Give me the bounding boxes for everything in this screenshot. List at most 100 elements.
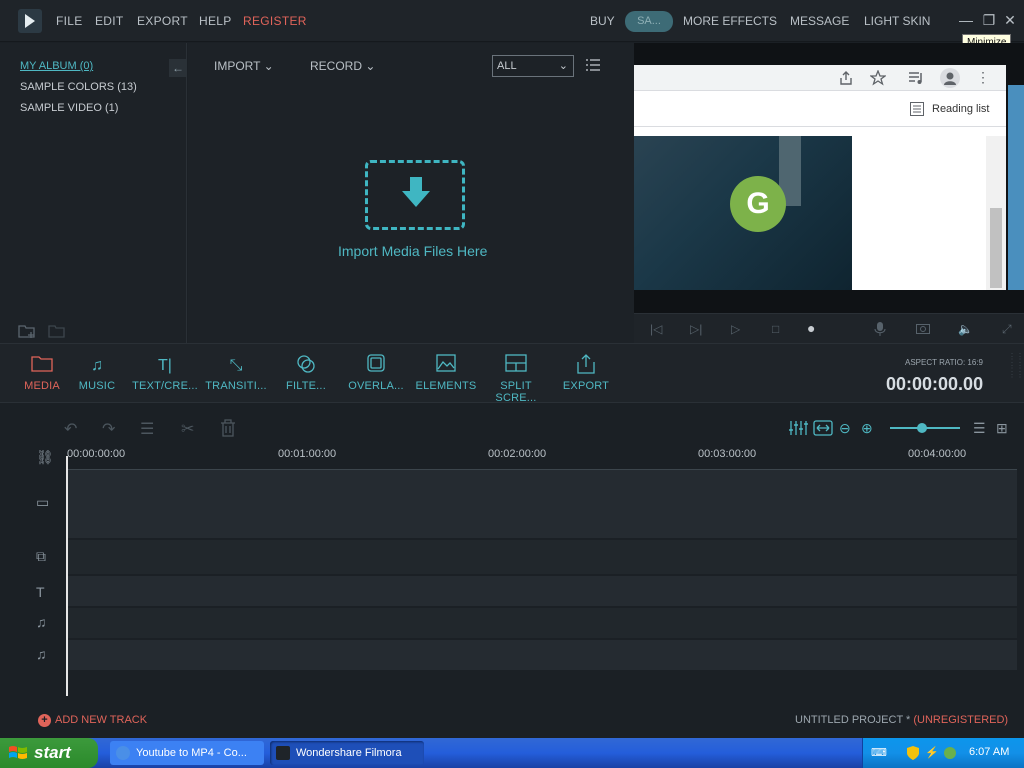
tool-split-screen-label: SPLIT SCRE...: [495, 380, 537, 404]
tool-elements-label: ELEMENTS: [415, 380, 477, 392]
redo-icon[interactable]: ↷: [102, 419, 115, 439]
undo-icon[interactable]: ↶: [64, 419, 77, 439]
light-skin-link[interactable]: LIGHT SKIN: [864, 14, 930, 28]
playhead-dot-icon[interactable]: ●: [807, 320, 815, 336]
playhead[interactable]: [66, 456, 68, 696]
grid-view-icon[interactable]: ⊞: [996, 420, 1008, 437]
tool-music[interactable]: ♫ MUSIC: [62, 354, 132, 392]
text-icon: T|: [158, 357, 172, 374]
ruler-mark: 00:04:00:00: [908, 448, 967, 460]
zoom-slider-knob[interactable]: [917, 423, 927, 433]
skip-forward-icon[interactable]: ▷|: [690, 322, 702, 336]
video-track[interactable]: [67, 470, 1017, 538]
library-item-sample-colors[interactable]: SAMPLE COLORS (13): [20, 81, 137, 93]
zoom-out-icon[interactable]: ⊖: [839, 420, 851, 437]
close-icon[interactable]: ✕: [1002, 12, 1018, 28]
skip-back-icon[interactable]: |◁: [650, 322, 662, 336]
chevron-down-icon: ⌄: [558, 60, 568, 72]
music-track-1[interactable]: [67, 608, 1017, 638]
filmora-logo-icon: [18, 9, 42, 33]
tool-transitions[interactable]: ⤡ TRANSITI...: [201, 354, 271, 392]
keyboard-icon[interactable]: ⌨: [871, 746, 887, 760]
bookmarks-bar: Reading list: [634, 91, 1006, 127]
snap-icon[interactable]: ⛓: [36, 449, 54, 466]
security-shield-icon[interactable]: [907, 746, 921, 760]
panel-grip-icon[interactable]: ⋮⋮ ⋮⋮ ⋮⋮: [1008, 352, 1024, 392]
task-label: Youtube to MP4 - Co...: [136, 747, 247, 759]
list-view-icon[interactable]: [586, 58, 600, 72]
fullscreen-icon[interactable]: ⤢: [1002, 322, 1012, 337]
taskbar-item-chrome[interactable]: Youtube to MP4 - Co...: [110, 741, 264, 765]
scissors-icon[interactable]: ✂: [181, 419, 194, 439]
share-icon: [840, 71, 852, 85]
menu-register[interactable]: REGISTER: [243, 14, 307, 28]
track-list-icon[interactable]: ☰: [973, 420, 986, 437]
more-vert-icon: ⋮: [976, 69, 990, 85]
collapse-library-arrow-icon[interactable]: ←: [169, 59, 187, 77]
scroll-thumb: [990, 208, 1002, 288]
split-screen-icon: [481, 354, 551, 378]
volume-icon[interactable]: 🔈: [958, 322, 973, 336]
tool-export[interactable]: EXPORT: [551, 354, 621, 392]
play-icon[interactable]: ▷: [731, 322, 740, 336]
tool-elements[interactable]: ELEMENTS: [411, 354, 481, 392]
taskbar-item-filmora[interactable]: Wondershare Filmora: [270, 741, 424, 765]
audio-mixer-icon[interactable]: [788, 420, 808, 439]
tool-split-screen[interactable]: SPLIT SCRE...: [481, 354, 551, 404]
trash-icon[interactable]: [220, 419, 236, 442]
maximize-icon[interactable]: ❐: [981, 12, 997, 28]
adjust-icon[interactable]: ☰: [140, 419, 154, 439]
tool-overlays[interactable]: OVERLA...: [341, 354, 411, 392]
plus-circle-icon: +: [38, 714, 51, 727]
video-track-icon: ▭: [36, 494, 50, 510]
network-icon[interactable]: ⚡: [925, 746, 939, 760]
import-drop-zone[interactable]: [365, 160, 465, 230]
snapshot-icon[interactable]: [916, 322, 930, 337]
task-label: Wondershare Filmora: [296, 747, 402, 759]
library-item-my-album[interactable]: MY ALBUM (0): [20, 60, 93, 72]
tool-filters-label: FILTE...: [286, 380, 326, 392]
media-filter-select[interactable]: ALL ⌄: [492, 55, 574, 77]
text-track[interactable]: [67, 576, 1017, 606]
start-label: start: [34, 743, 71, 762]
tool-filters[interactable]: FILTE...: [271, 354, 341, 392]
ruler-mark: 00:00:00:00: [67, 448, 126, 460]
add-new-track-button[interactable]: + ADD NEW TRACK: [38, 714, 147, 727]
record-dropdown[interactable]: RECORD ⌄: [310, 59, 375, 73]
menu-file[interactable]: FILE: [56, 14, 83, 28]
delete-folder-icon[interactable]: [48, 323, 66, 339]
new-folder-icon[interactable]: [18, 323, 36, 339]
menu-help[interactable]: HELP: [199, 14, 232, 28]
overlay-track[interactable]: [67, 540, 1017, 574]
filter-value: ALL: [497, 60, 517, 72]
music-track-2[interactable]: [67, 640, 1017, 670]
message-link[interactable]: MESSAGE: [790, 14, 849, 28]
menu-edit[interactable]: EDIT: [95, 14, 124, 28]
fit-timeline-icon[interactable]: [813, 420, 833, 439]
tray-app-icon[interactable]: [943, 746, 957, 760]
menu-export[interactable]: EXPORT: [137, 14, 188, 28]
buy-link[interactable]: BUY: [590, 14, 615, 28]
import-dropdown[interactable]: IMPORT ⌄: [214, 59, 274, 73]
zoom-in-icon[interactable]: ⊕: [861, 420, 873, 437]
timeline-ruler[interactable]: 00:00:00:00 00:01:00:00 00:02:00:00 00:0…: [67, 444, 1017, 470]
clock: 6:07 AM: [969, 746, 1010, 758]
library-item-sample-video[interactable]: SAMPLE VIDEO (1): [20, 102, 118, 114]
start-button[interactable]: start: [0, 738, 98, 768]
preview-panel: ⋮ Reading list G: [634, 43, 1024, 343]
stop-icon[interactable]: □: [772, 322, 779, 336]
tool-text[interactable]: T| TEXT/CRE...: [130, 354, 200, 392]
filmora-window: FILE EDIT EXPORT HELP REGISTER BUY SA...…: [0, 0, 1024, 738]
microphone-icon[interactable]: [874, 322, 886, 339]
ruler-mark: 00:02:00:00: [488, 448, 547, 460]
browser-scrollbar: [986, 136, 1006, 290]
minimize-icon[interactable]: —: [958, 12, 974, 28]
tool-transitions-label: TRANSITI...: [205, 380, 267, 392]
import-media-text[interactable]: Import Media Files Here: [338, 243, 487, 259]
ruler-mark: 00:01:00:00: [278, 448, 337, 460]
save-button[interactable]: SA...: [625, 11, 673, 32]
playback-bar: |◁ ▷| ▷ □ ● 🔈 ⤢: [634, 313, 1024, 343]
more-effects-link[interactable]: MORE EFFECTS: [683, 14, 777, 28]
aspect-ratio-label: ASPECT RATIO: 16:9: [905, 358, 983, 367]
reading-list-icon: [910, 102, 924, 116]
